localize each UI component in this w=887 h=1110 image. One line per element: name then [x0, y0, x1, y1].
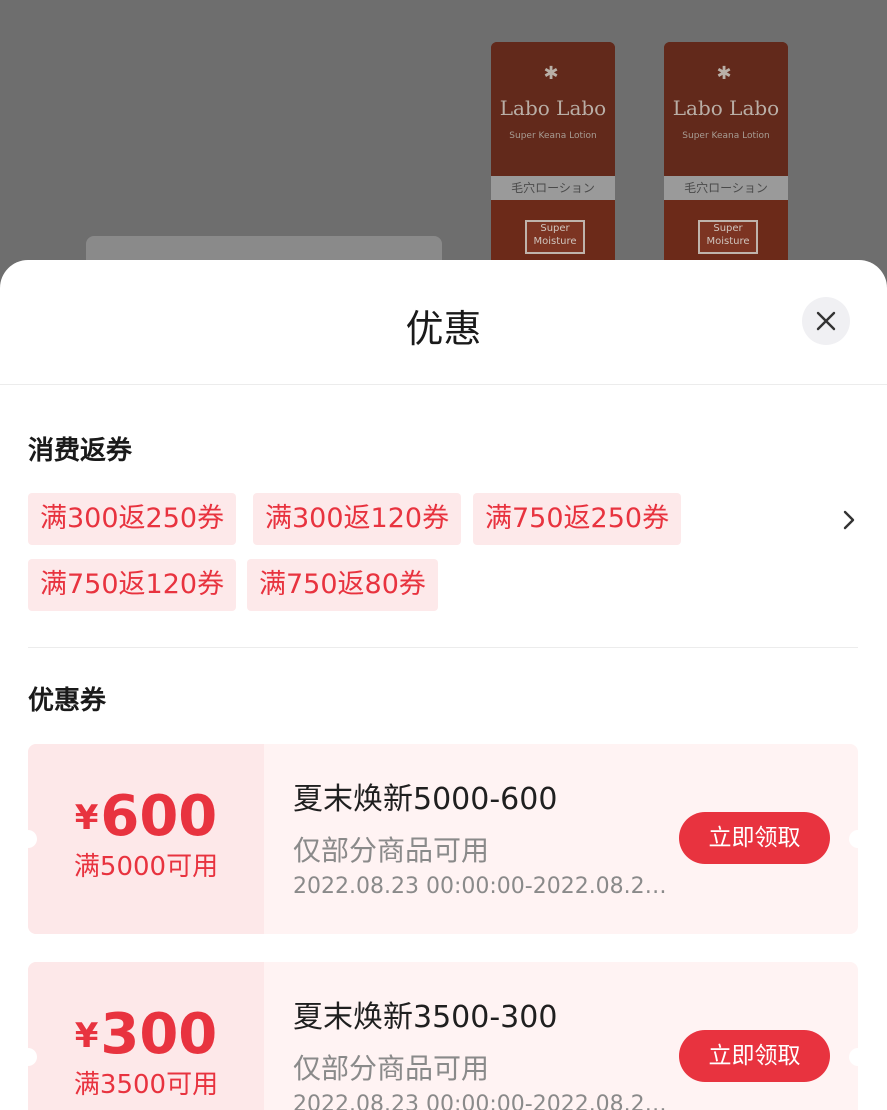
cashback-section-title: 消费返券: [28, 436, 133, 466]
product-bottle-right: ✱ Labo Labo Super Keana Lotion 毛穴ローション S…: [664, 42, 788, 272]
bottle-badge: Super Moisture: [698, 220, 758, 254]
coupon-name: 夏末焕新5000-600: [293, 782, 558, 817]
coupon-amount-value: 300: [100, 1002, 218, 1067]
coupon-amount: ¥300: [28, 1002, 264, 1067]
cashback-tag[interactable]: 满300返250券: [28, 493, 237, 545]
coupon-amount: ¥600: [28, 784, 264, 849]
cashback-tag[interactable]: 满750返120券: [28, 559, 237, 611]
product-bottle-left: ✱ Labo Labo Super Keana Lotion 毛穴ローション S…: [491, 42, 615, 272]
currency-symbol: ¥: [74, 1016, 99, 1056]
bottle-sub-text: Super Keana Lotion: [509, 131, 597, 141]
section-divider: [28, 647, 858, 648]
close-button[interactable]: [802, 297, 850, 345]
chevron-right-icon[interactable]: [838, 509, 860, 531]
currency-symbol: ¥: [74, 798, 99, 838]
brand-logo-icon: ✱: [543, 63, 559, 84]
coupon-card: ¥300 满3500可用 夏末焕新3500-300 仅部分商品可用 2022.0…: [28, 962, 858, 1110]
coupon-notch: [849, 1048, 858, 1066]
bottle-label-text: 毛穴ローション: [664, 176, 788, 200]
bottle-brand-text: Labo Labo: [499, 96, 607, 120]
claim-button[interactable]: 立即领取: [679, 812, 830, 864]
brand-logo-icon: ✱: [716, 63, 732, 84]
coupon-name: 夏末焕新3500-300: [293, 1000, 558, 1035]
offers-sheet: 优惠 消费返券 满300返250券 满300返120券 满750返250券 满7…: [0, 260, 887, 1110]
close-icon: [816, 311, 836, 331]
sheet-title: 优惠: [405, 307, 482, 351]
coupon-card: ¥600 满5000可用 夏末焕新5000-600 仅部分商品可用 2022.0…: [28, 744, 858, 934]
background-product-image: ✱ Labo Labo Super Keana Lotion 毛穴ローション S…: [0, 0, 887, 300]
coupon-condition: 满5000可用: [73, 852, 219, 882]
coupon-condition: 满3500可用: [73, 1070, 219, 1100]
cashback-tag[interactable]: 满750返250券: [473, 493, 682, 545]
bottle-sub-text: Super Keana Lotion: [682, 131, 770, 141]
bottle-brand-text: Labo Labo: [672, 96, 780, 120]
cashback-tag[interactable]: 满750返80券: [247, 559, 438, 611]
coupon-validity: 2022.08.23 00:00:00-2022.08.2…: [293, 1092, 667, 1110]
cashback-tag[interactable]: 满300返120券: [253, 493, 462, 545]
bottle-label-text: 毛穴ローション: [491, 176, 615, 200]
sheet-header: 优惠: [0, 260, 887, 385]
bottle-badge: Super Moisture: [525, 220, 585, 254]
claim-button[interactable]: 立即领取: [679, 1030, 830, 1082]
coupon-scope: 仅部分商品可用: [293, 1052, 490, 1085]
coupon-section-title: 优惠券: [28, 686, 107, 716]
coupon-amount-value: 600: [100, 784, 218, 849]
coupon-notch: [849, 830, 858, 848]
coupon-validity: 2022.08.23 00:00:00-2022.08.2…: [293, 874, 667, 899]
coupon-scope: 仅部分商品可用: [293, 834, 490, 867]
